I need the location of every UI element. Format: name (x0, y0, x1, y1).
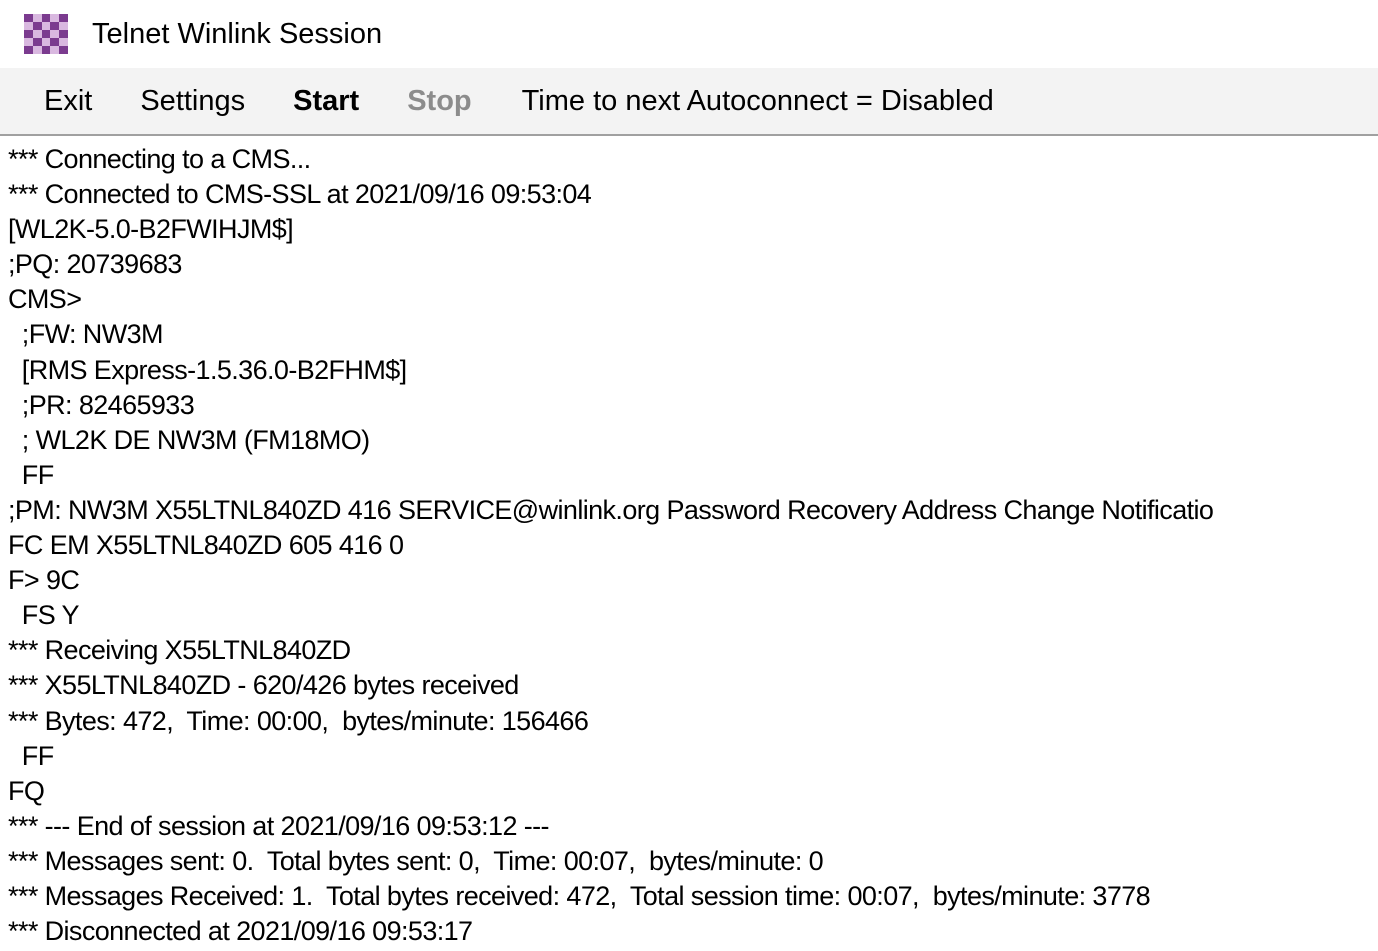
telnet-winlink-window: Telnet Winlink Session Exit Settings Sta… (0, 0, 1378, 951)
log-line: *** Disconnected at 2021/09/16 09:53:17 (8, 916, 473, 947)
log-line: *** Messages Received: 1. Total bytes re… (8, 880, 1151, 911)
log-line: [WL2K-5.0-B2FWIHJM$] (8, 214, 294, 245)
log-line: *** X55LTNL840ZD - 620/426 bytes receive… (8, 670, 519, 701)
menu-settings[interactable]: Settings (116, 85, 269, 118)
log-line: FF (8, 740, 54, 771)
menu-bar: Exit Settings Start Stop Time to next Au… (0, 68, 1378, 136)
log-line: ;FW: NW3M (8, 319, 164, 350)
log-line: FC EM X55LTNL840ZD 605 416 0 (8, 530, 404, 561)
log-line: ;PR: 82465933 (8, 389, 195, 420)
log-line: *** Connecting to a CMS... (8, 144, 311, 174)
log-line: CMS> (8, 284, 82, 315)
session-log[interactable]: *** Connecting to a CMS... *** Connected … (0, 140, 1378, 951)
menu-start[interactable]: Start (269, 85, 383, 118)
menu-stop: Stop (407, 84, 472, 117)
log-line: ; WL2K DE NW3M (FM18MO) (8, 424, 370, 455)
log-line: FQ (8, 775, 45, 806)
log-line: [RMS Express-1.5.36.0-B2FHM$] (8, 354, 407, 385)
log-line: FS Y (8, 600, 80, 631)
log-line: ;PQ: 20739683 (8, 249, 182, 280)
log-line: F> 9C (8, 565, 80, 596)
window-title: Telnet Winlink Session (92, 17, 383, 50)
autoconnect-status: Time to next Autoconnect = Disabled (521, 84, 994, 117)
log-line: *** Bytes: 472, Time: 00:00, bytes/minut… (8, 705, 589, 736)
log-line: ;PM: NW3M X55LTNL840ZD 416 SERVICE@winli… (8, 494, 1214, 525)
log-line: *** Connected to CMS-SSL at 2021/09/16 0… (8, 179, 592, 210)
menu-exit[interactable]: Exit (0, 85, 116, 118)
winlink-app-icon (24, 14, 68, 54)
log-line: *** Messages sent: 0. Total bytes sent: … (8, 845, 824, 876)
log-line: *** Receiving X55LTNL840ZD (8, 635, 351, 666)
log-line: FF (8, 459, 54, 490)
log-line: *** --- End of session at 2021/09/16 09:… (8, 810, 550, 841)
title-bar: Telnet Winlink Session (0, 0, 1378, 68)
